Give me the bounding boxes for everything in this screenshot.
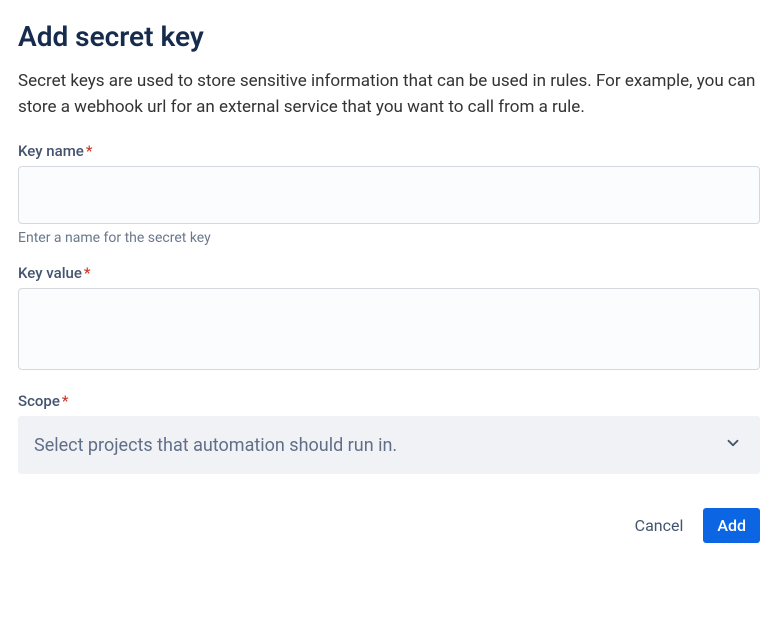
scope-label-text: Scope <box>18 392 60 410</box>
key-value-label-text: Key value <box>18 264 82 282</box>
scope-placeholder: Select projects that automation should r… <box>34 435 397 456</box>
required-marker: * <box>84 264 91 282</box>
key-name-field: Key name* Enter a name for the secret ke… <box>18 142 760 246</box>
add-button[interactable]: Add <box>703 508 760 543</box>
key-name-label: Key name* <box>18 142 760 160</box>
scope-field: Scope* Select projects that automation s… <box>18 392 760 474</box>
key-name-input[interactable] <box>18 166 760 224</box>
dialog-description: Secret keys are used to store sensitive … <box>18 69 760 120</box>
key-name-label-text: Key name <box>18 142 84 160</box>
key-name-hint: Enter a name for the secret key <box>18 230 760 246</box>
key-value-input[interactable] <box>18 288 760 370</box>
required-marker: * <box>86 142 93 160</box>
dialog-actions: Cancel Add <box>18 508 760 543</box>
scope-select-wrapper: Select projects that automation should r… <box>18 416 760 474</box>
cancel-button[interactable]: Cancel <box>621 508 698 543</box>
scope-select[interactable]: Select projects that automation should r… <box>18 416 760 474</box>
scope-label: Scope* <box>18 392 760 410</box>
key-value-label: Key value* <box>18 264 760 282</box>
required-marker: * <box>62 392 69 410</box>
dialog-title: Add secret key <box>18 20 760 53</box>
key-value-field: Key value* <box>18 264 760 374</box>
